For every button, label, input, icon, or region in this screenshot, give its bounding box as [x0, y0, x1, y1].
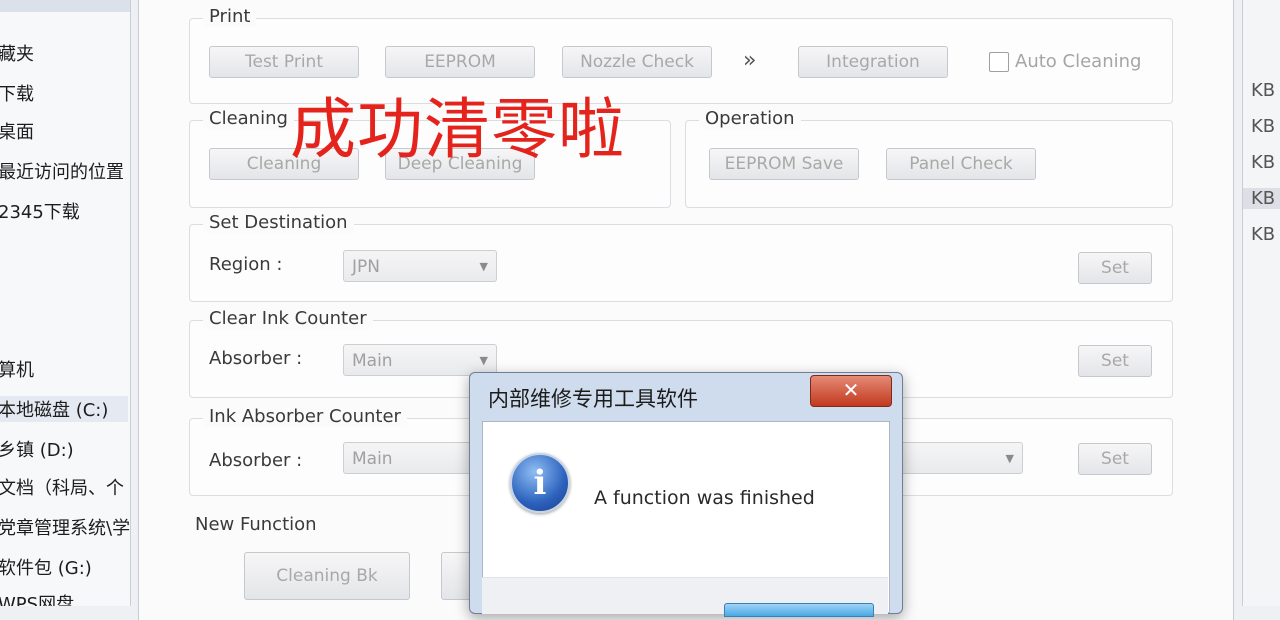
file-size: KB — [1251, 80, 1276, 101]
dialog-message: A function was finished — [594, 487, 815, 509]
print-group-label: Print — [203, 6, 257, 27]
sidebar-item-computer[interactable]: 算机 — [0, 356, 34, 382]
cleaning-group-label: Cleaning — [203, 108, 294, 129]
sidebar-header-strip — [0, 0, 130, 12]
sidebar-item-documents[interactable]: 文档（科局、个 — [0, 474, 124, 500]
chevron-down-icon: ▼ — [1005, 452, 1014, 465]
auto-cleaning-label: Auto Cleaning — [1015, 51, 1142, 72]
close-icon: ✕ — [842, 378, 860, 402]
test-print-button[interactable]: Test Print — [209, 46, 359, 78]
sidebar-item-drive-d[interactable]: 乡镇 (D:) — [0, 436, 74, 462]
eeprom-button[interactable]: EEPROM — [385, 46, 535, 78]
clear-absorber-label: Absorber : — [209, 348, 303, 369]
sidebar-item-favorites[interactable]: 藏夹 — [0, 40, 34, 66]
cleaning-bk-button[interactable]: Cleaning Bk — [244, 552, 410, 600]
clear-absorber-value: Main — [352, 351, 393, 371]
close-button[interactable]: ✕ — [810, 375, 892, 407]
ok-button[interactable] — [724, 603, 874, 617]
info-icon: i — [510, 453, 570, 513]
nozzle-check-button[interactable]: Nozzle Check — [562, 46, 712, 78]
file-list-sizes: KB KB KB KB KB — [1242, 0, 1280, 606]
set-destination-group — [189, 224, 1173, 302]
dialog-title: 内部维修专用工具软件 — [488, 387, 698, 411]
clear-ink-counter-label: Clear Ink Counter — [203, 308, 373, 329]
chevron-down-icon: ▼ — [479, 260, 488, 273]
sidebar-item-drive-c[interactable]: 本地磁盘 (C:) — [0, 396, 128, 422]
set-destination-button[interactable]: Set — [1078, 252, 1152, 284]
sidebar-item-wps-drive[interactable]: WPS网盘 — [0, 590, 74, 606]
region-label: Region : — [209, 254, 283, 275]
panel-check-button[interactable]: Panel Check — [886, 148, 1036, 180]
success-overlay-caption: 成功清零啦 — [290, 91, 625, 168]
sidebar-item-desktop[interactable]: 桌面 — [0, 118, 34, 144]
sidebar-item-party-system[interactable]: 党章管理系统\学 — [0, 514, 130, 540]
absorber-counter-label: Absorber : — [209, 450, 303, 471]
set-destination-label: Set Destination — [203, 212, 354, 233]
region-value: JPN — [352, 257, 380, 277]
more-chevron[interactable]: » — [743, 48, 756, 73]
new-function-label: New Function — [195, 514, 317, 535]
message-dialog: 内部维修专用工具软件 ✕ i A function was finished — [469, 372, 903, 617]
region-select[interactable]: JPN ▼ — [343, 250, 497, 282]
sidebar-item-downloads[interactable]: 下载 — [0, 80, 34, 106]
eeprom-save-button[interactable]: EEPROM Save — [709, 148, 859, 180]
sidebar-item-recent-places[interactable]: 最近访问的位置 — [0, 158, 124, 184]
clear-ink-set-button[interactable]: Set — [1078, 345, 1152, 377]
ink-absorber-counter-label: Ink Absorber Counter — [203, 406, 407, 427]
integration-button[interactable]: Integration — [798, 46, 948, 78]
file-size: KB — [1251, 116, 1276, 137]
operation-group-label: Operation — [699, 108, 801, 129]
auto-cleaning-checkbox[interactable] — [989, 52, 1009, 72]
explorer-sidebar: 藏夹 下载 桌面 最近访问的位置 2345下载 算机 本地磁盘 (C:) 乡镇 … — [0, 0, 131, 606]
file-size: KB — [1243, 188, 1280, 209]
absorber-counter-value: Main — [352, 449, 393, 469]
ink-absorber-set-button[interactable]: Set — [1078, 443, 1152, 475]
file-size: KB — [1251, 152, 1276, 173]
sidebar-item-2345-downloads[interactable]: 2345下载 — [0, 198, 80, 224]
sidebar-item-drive-g[interactable]: 软件包 (G:) — [0, 554, 92, 580]
file-size: KB — [1251, 224, 1276, 245]
